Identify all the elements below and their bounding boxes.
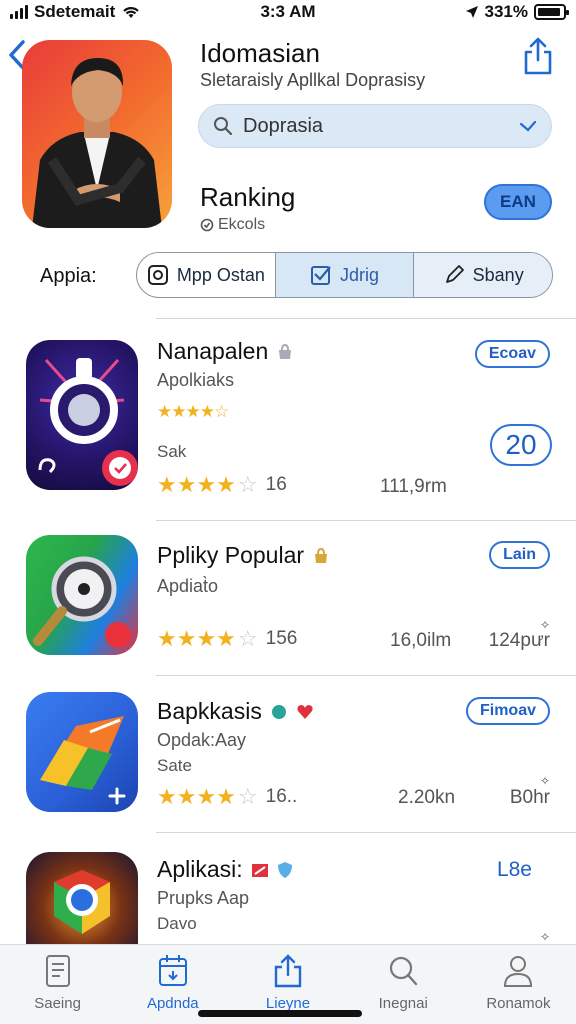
bag-icon — [279, 343, 292, 359]
ranking-subtitle: Ekcols — [200, 216, 265, 234]
item-category: Apdiat̀o — [157, 576, 219, 596]
chrome-icon — [26, 852, 138, 944]
ranking-sub-label: Ekcols — [218, 216, 266, 233]
rating-count: 16.. — [265, 786, 298, 807]
item-secondary: Sate — [157, 756, 192, 775]
item-extra: B0hr — [509, 787, 550, 808]
status-right: 331% — [465, 2, 569, 22]
item-category: Prupks Aap — [157, 888, 250, 908]
tab-label: Apdnda — [146, 995, 199, 1012]
pencil-icon — [445, 265, 464, 283]
small-rating-stars: ★★★★☆ — [157, 402, 229, 421]
item-title-text: Ppliky Popular — [157, 542, 305, 568]
segmented-control: Mpp Ostan Jdrig Sbany — [136, 252, 553, 298]
segment-mpp-ostan[interactable]: Mpp Ostan — [137, 253, 276, 297]
divider — [156, 318, 576, 319]
search-field[interactable] — [198, 104, 552, 148]
shield-icon — [277, 861, 292, 878]
item-title: Nanapalen — [157, 338, 294, 365]
rating-count: 16 — [265, 474, 287, 495]
sparkle-icon: ✧ — [539, 774, 550, 788]
leaf-icon — [271, 704, 286, 719]
get-button[interactable]: Lain — [489, 541, 550, 569]
tab-inegnai[interactable]: Inegnai — [346, 945, 461, 1024]
camera-lens-icon — [26, 340, 138, 490]
segment-label: Mpp Ostan — [176, 264, 265, 285]
share-icon — [274, 954, 302, 988]
divider — [156, 675, 576, 676]
get-button[interactable]: Fimoav — [465, 697, 550, 725]
share-icon[interactable] — [522, 36, 554, 76]
search-icon — [390, 956, 418, 986]
location-arrow-icon — [465, 6, 478, 18]
tag-icon — [251, 863, 268, 877]
checkbox-icon — [311, 266, 331, 285]
calendar-icon — [158, 955, 187, 986]
magnifier-icon — [26, 535, 138, 655]
chevron-down-icon[interactable] — [519, 119, 537, 133]
person-portrait-icon — [32, 58, 162, 228]
item-category: Opdak:Aay — [157, 730, 247, 750]
item-title-text: Bapkkasis — [157, 698, 262, 724]
app-subtitle: Sletaraisly Apllkal Doprasisy — [200, 70, 426, 90]
get-button[interactable]: Ecoav — [474, 340, 550, 368]
home-indicator — [198, 1010, 362, 1017]
item-title: Aplikasi: — [157, 856, 293, 883]
item-size: 2.20kn — [398, 787, 456, 808]
earn-button[interactable]: EAN — [484, 184, 552, 220]
tab-ronamok[interactable]: Ronamok — [461, 945, 576, 1024]
tab-label: Saeing — [34, 995, 81, 1012]
tab-saeing[interactable]: Saeing — [0, 945, 115, 1024]
search-input[interactable] — [243, 114, 519, 138]
item-extra: 124pưr — [488, 630, 550, 651]
ranking-heading: Ranking — [200, 182, 296, 212]
badge-icon — [200, 218, 214, 232]
search-icon — [214, 117, 233, 136]
item-secondary: Davo — [157, 914, 197, 933]
segment-label: Sbany — [472, 264, 524, 285]
battery-icon — [534, 4, 569, 20]
tab-label: Ronamok — [486, 995, 551, 1012]
filter-label: Appia: — [40, 265, 97, 287]
sparkle-icon: ✧ — [539, 930, 550, 944]
segment-label: Jdrig — [340, 264, 380, 285]
heart-icon — [297, 704, 313, 719]
rating-count: 156 — [265, 628, 298, 649]
document-icon — [45, 955, 70, 987]
sparkle-icon: ✧ — [539, 618, 550, 632]
rating-stars: ★★★★ ☆ 16.. — [157, 784, 298, 809]
item-size: 16,0ilm — [390, 630, 452, 651]
item-category: Apolkiaks — [157, 370, 235, 390]
divider — [156, 832, 576, 833]
get-button[interactable]: L8e — [497, 858, 532, 882]
person-icon — [504, 956, 533, 987]
item-title-text: Aplikasi: — [157, 856, 243, 882]
app-icon — [147, 265, 168, 285]
segment-jdrig[interactable]: Jdrig — [275, 253, 415, 297]
tab-label: Inegnai — [378, 995, 428, 1012]
item-title: Ppliky Popular — [157, 542, 330, 569]
folder-arrow-icon — [26, 692, 138, 812]
item-secondary: Sak — [157, 442, 187, 461]
divider — [156, 520, 576, 521]
item-title-text: Nanapalen — [157, 338, 269, 364]
item-size: 111,9rm — [380, 476, 447, 497]
status-bar: Sdetemait 3:3 AM 331% — [0, 0, 576, 26]
rating-stars: ★★★★ ☆ 156 — [157, 626, 298, 651]
app-title: Idomasian — [200, 38, 320, 68]
rating-stars: ★★★★ ☆ 16 — [157, 472, 287, 497]
rank-badge: 20 — [490, 424, 552, 466]
segment-sbany[interactable]: Sbany — [414, 253, 552, 297]
battery-percent: 331% — [484, 2, 528, 21]
bag-icon — [315, 547, 328, 563]
app-hero-icon — [22, 40, 172, 228]
item-title: Bapkkasis — [157, 698, 314, 725]
